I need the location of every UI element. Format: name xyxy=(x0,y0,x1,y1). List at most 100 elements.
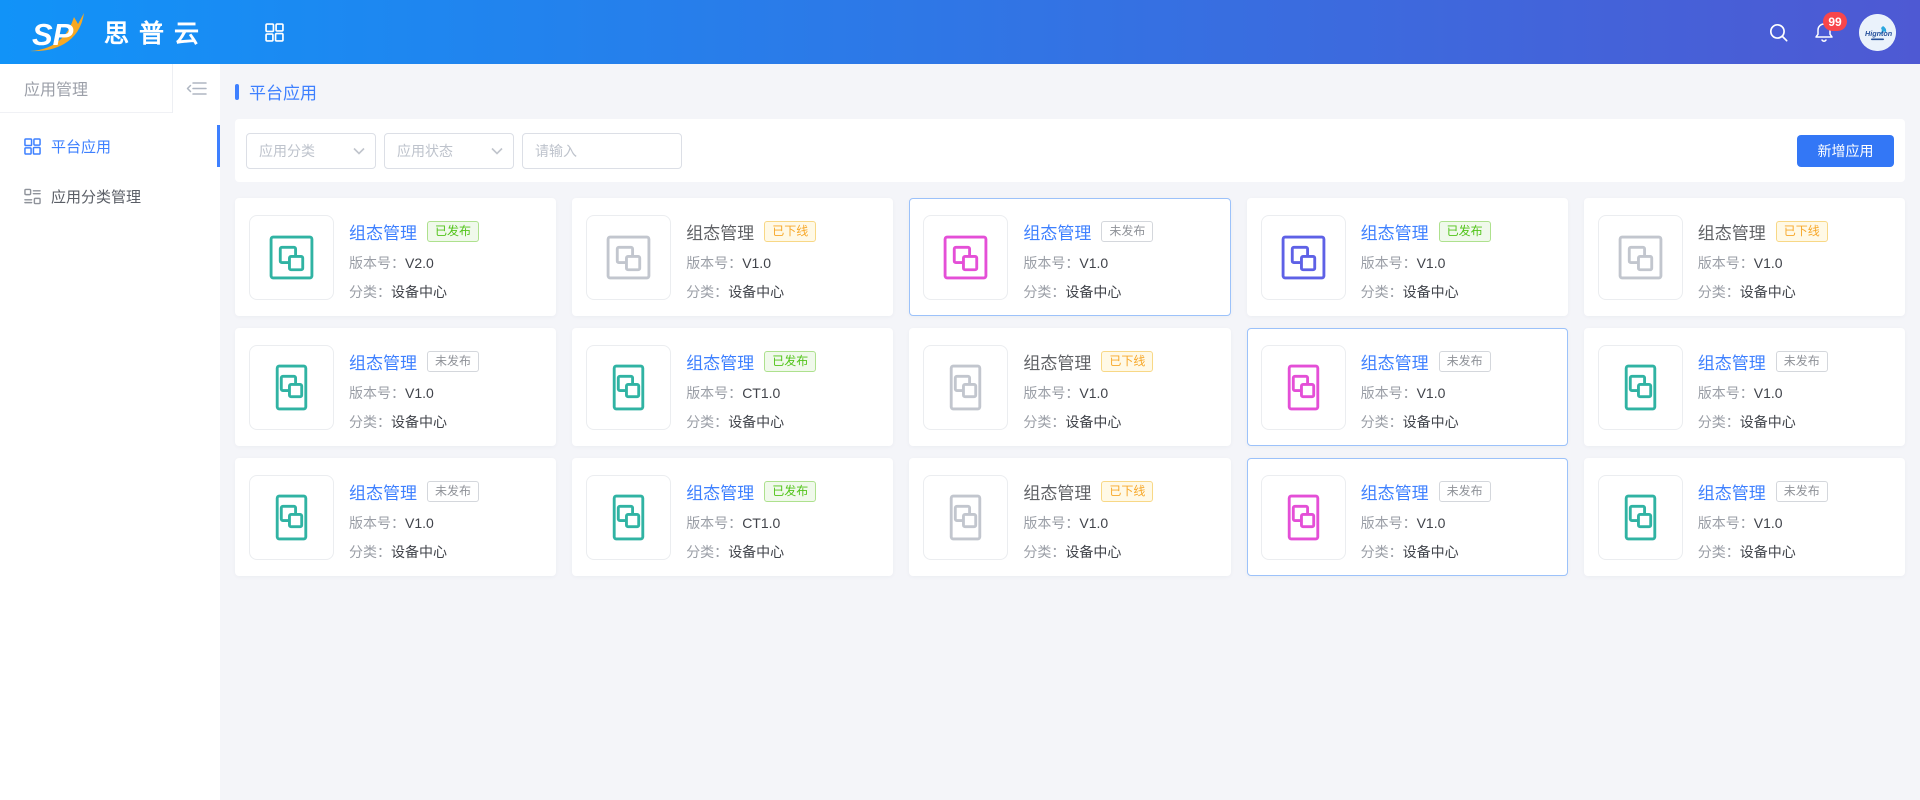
filter-panel: 应用分类 应用状态 新增应用 xyxy=(235,119,1905,182)
sidebar-item-platform-apps[interactable]: 平台应用 xyxy=(0,121,220,171)
category-label: 分类： xyxy=(1361,284,1403,300)
category-value: 设备中心 xyxy=(1065,284,1121,300)
app-card[interactable]: 组态管理 未发布 版本号：V1.0 分类：设备中心 xyxy=(1584,458,1905,576)
sidebar-item-app-category-management[interactable]: 应用分类管理 xyxy=(0,171,220,221)
category-label: 分类： xyxy=(1698,284,1740,300)
app-card[interactable]: 组态管理 已发布 版本号：CT1.0 分类：设备中心 xyxy=(572,328,893,446)
version-label: 版本号： xyxy=(1023,385,1079,401)
app-title[interactable]: 组态管理 xyxy=(1698,349,1766,374)
select-placeholder: 应用状态 xyxy=(397,141,491,161)
main-content: 平台应用 应用分类 应用状态 新增应用 组态管理 已发布 版本号：V2.0 xyxy=(220,64,1920,800)
app-icon xyxy=(1598,215,1683,300)
category-value: 设备中心 xyxy=(391,544,447,560)
version-value: V1.0 xyxy=(1079,515,1108,531)
app-title[interactable]: 组态管理 xyxy=(1361,349,1429,374)
category-label: 分类： xyxy=(1023,544,1065,560)
version-label: 版本号： xyxy=(1698,385,1754,401)
app-icon xyxy=(586,345,671,430)
status-badge: 已下线 xyxy=(1776,221,1828,242)
version-label: 版本号： xyxy=(686,255,742,271)
app-card[interactable]: 组态管理 已发布 版本号：V1.0 分类：设备中心 xyxy=(1247,198,1568,316)
category-value: 设备中心 xyxy=(1065,414,1121,430)
app-icon xyxy=(1598,475,1683,560)
chevron-down-icon xyxy=(491,147,503,155)
app-card[interactable]: 组态管理 未发布 版本号：V1.0 分类：设备中心 xyxy=(1247,328,1568,446)
app-title[interactable]: 组态管理 xyxy=(686,219,754,244)
search-icon[interactable] xyxy=(1768,22,1789,43)
app-card[interactable]: 组态管理 未发布 版本号：V1.0 分类：设备中心 xyxy=(235,458,556,576)
status-badge: 已发布 xyxy=(427,221,479,242)
version-value: V1.0 xyxy=(1417,385,1446,401)
notification-count-badge: 99 xyxy=(1823,12,1847,31)
status-badge: 已下线 xyxy=(764,221,816,242)
search-input[interactable] xyxy=(522,133,682,169)
category-value: 设备中心 xyxy=(391,414,447,430)
app-title[interactable]: 组态管理 xyxy=(686,349,754,374)
app-title[interactable]: 组态管理 xyxy=(349,219,417,244)
status-badge: 已发布 xyxy=(764,351,816,372)
app-title[interactable]: 组态管理 xyxy=(1698,219,1766,244)
version-value: V1.0 xyxy=(1417,255,1446,271)
add-app-button[interactable]: 新增应用 xyxy=(1797,135,1894,167)
apps-grid-icon[interactable] xyxy=(265,23,284,42)
app-icon xyxy=(1261,345,1346,430)
category-value: 设备中心 xyxy=(1403,414,1459,430)
app-title[interactable]: 组态管理 xyxy=(349,479,417,504)
version-label: 版本号： xyxy=(349,385,405,401)
version-value: CT1.0 xyxy=(742,385,780,401)
app-title[interactable]: 组态管理 xyxy=(686,479,754,504)
app-title[interactable]: 组态管理 xyxy=(349,349,417,374)
app-title[interactable]: 组态管理 xyxy=(1698,479,1766,504)
category-value: 设备中心 xyxy=(1740,284,1796,300)
app-icon xyxy=(586,475,671,560)
app-status-select[interactable]: 应用状态 xyxy=(384,133,514,169)
version-label: 版本号： xyxy=(1361,255,1417,271)
category-label: 分类： xyxy=(1698,544,1740,560)
version-label: 版本号： xyxy=(349,515,405,531)
sidebar-collapse-icon[interactable] xyxy=(172,64,220,113)
category-value: 设备中心 xyxy=(1065,544,1121,560)
category-label: 分类： xyxy=(686,414,728,430)
page-title: 平台应用 xyxy=(249,79,317,104)
version-label: 版本号： xyxy=(1698,255,1754,271)
version-value: V1.0 xyxy=(1417,515,1446,531)
app-icon xyxy=(923,345,1008,430)
notification-bell-icon[interactable]: 99 xyxy=(1813,21,1835,43)
version-value: V1.0 xyxy=(405,385,434,401)
app-card[interactable]: 组态管理 已下线 版本号：V1.0 分类：设备中心 xyxy=(572,198,893,316)
app-card[interactable]: 组态管理 未发布 版本号：V1.0 分类：设备中心 xyxy=(1247,458,1568,576)
app-card[interactable]: 组态管理 未发布 版本号：V1.0 分类：设备中心 xyxy=(235,328,556,446)
app-title[interactable]: 组态管理 xyxy=(1361,219,1429,244)
app-card[interactable]: 组态管理 未发布 版本号：V1.0 分类：设备中心 xyxy=(1584,328,1905,446)
app-title[interactable]: 组态管理 xyxy=(1023,219,1091,244)
category-value: 设备中心 xyxy=(1403,284,1459,300)
category-value: 设备中心 xyxy=(728,544,784,560)
app-card[interactable]: 组态管理 已下线 版本号：V1.0 分类：设备中心 xyxy=(909,328,1230,446)
sidebar-title: 应用管理 xyxy=(0,64,172,113)
app-card[interactable]: 组态管理 已下线 版本号：V1.0 分类：设备中心 xyxy=(909,458,1230,576)
app-title[interactable]: 组态管理 xyxy=(1023,479,1091,504)
app-card[interactable]: 组态管理 已发布 版本号：CT1.0 分类：设备中心 xyxy=(572,458,893,576)
category-label: 分类： xyxy=(1023,414,1065,430)
version-value: V1.0 xyxy=(1754,385,1783,401)
status-badge: 未发布 xyxy=(1439,351,1491,372)
grid-icon xyxy=(24,138,41,155)
status-badge: 未发布 xyxy=(1776,351,1828,372)
user-avatar[interactable]: Hignton xyxy=(1859,14,1896,51)
app-icon xyxy=(249,215,334,300)
version-label: 版本号： xyxy=(686,385,742,401)
app-card[interactable]: 组态管理 已发布 版本号：V2.0 分类：设备中心 xyxy=(235,198,556,316)
category-label: 分类： xyxy=(1361,414,1403,430)
app-icon xyxy=(249,475,334,560)
app-title[interactable]: 组态管理 xyxy=(1361,479,1429,504)
version-label: 版本号： xyxy=(1361,385,1417,401)
app-card-grid: 组态管理 已发布 版本号：V2.0 分类：设备中心 组态管理 已下线 版本号：V… xyxy=(235,198,1905,576)
status-badge: 未发布 xyxy=(1439,481,1491,502)
app-card[interactable]: 组态管理 已下线 版本号：V1.0 分类：设备中心 xyxy=(1584,198,1905,316)
app-card[interactable]: 组态管理 未发布 版本号：V1.0 分类：设备中心 xyxy=(909,198,1230,316)
app-category-select[interactable]: 应用分类 xyxy=(246,133,376,169)
category-label: 分类： xyxy=(686,284,728,300)
app-title[interactable]: 组态管理 xyxy=(1023,349,1091,374)
brand-name: 思普云 xyxy=(104,14,209,50)
app-icon xyxy=(1261,215,1346,300)
